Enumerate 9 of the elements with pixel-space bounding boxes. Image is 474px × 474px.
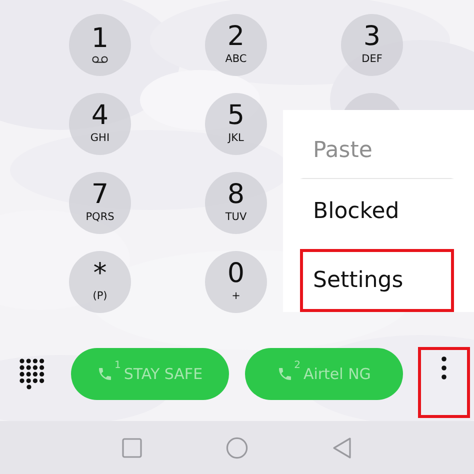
dialpad-icon[interactable]	[18, 358, 46, 390]
menu-item[interactable]: Settings	[300, 248, 454, 312]
more-button[interactable]	[418, 347, 470, 418]
home-icon[interactable]	[226, 436, 248, 458]
menu-item[interactable]: Blocked	[300, 179, 454, 243]
back-icon[interactable]	[332, 436, 352, 458]
voicemail-icon	[92, 56, 108, 64]
more-icon	[441, 356, 447, 380]
recent-apps-icon[interactable]	[122, 438, 142, 458]
